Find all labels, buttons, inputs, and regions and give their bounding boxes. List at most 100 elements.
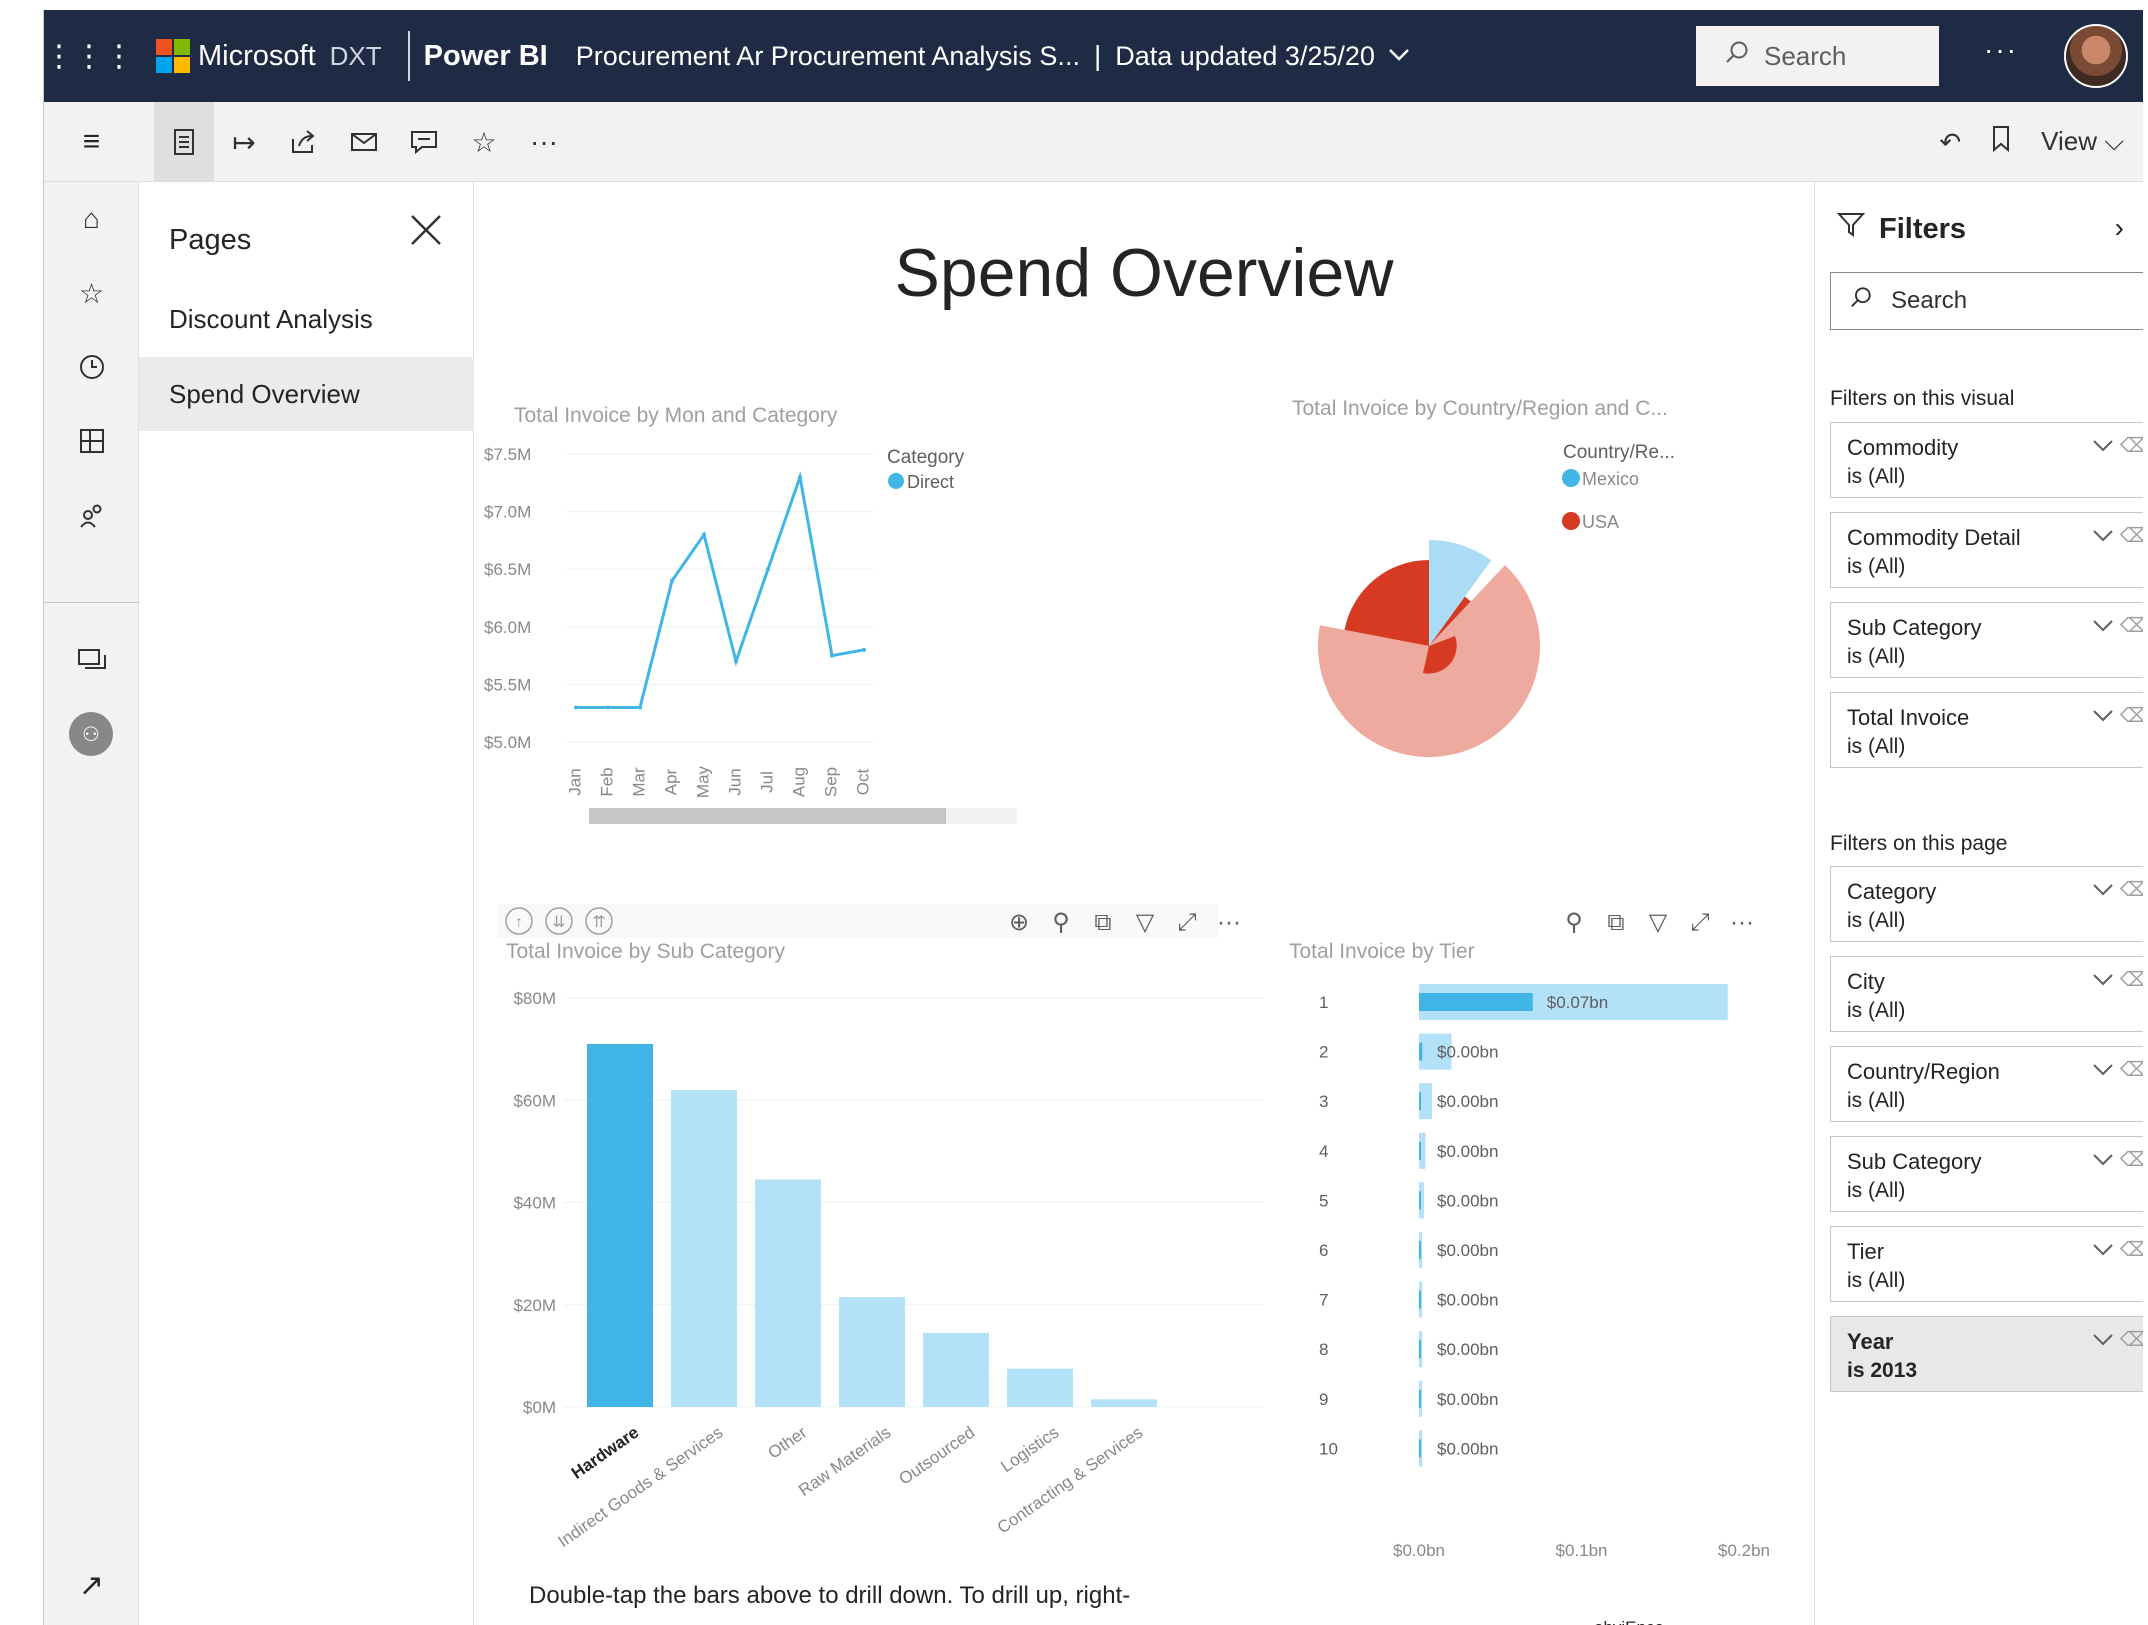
page-item-spend-overview[interactable]: Spend Overview [139, 357, 474, 431]
shared-with-me-icon[interactable] [44, 478, 139, 552]
toolbar-actions: ↦ ☆ ··· [154, 102, 574, 182]
watermark-text: obviEnce [1594, 1618, 1664, 1625]
favorites-icon[interactable]: ☆ [44, 256, 139, 330]
bar-xtick-label: Raw Materials [795, 1423, 894, 1500]
collapse-filters-icon[interactable]: › [2115, 212, 2124, 244]
undo-icon[interactable]: ↶ [1939, 127, 1961, 158]
filter-card-total-invoice[interactable]: Total Invoice is (All) ⌫ [1830, 692, 2143, 768]
chevron-down-icon[interactable] [2092, 1237, 2114, 1263]
home-icon[interactable]: ⌂ [44, 182, 139, 256]
tier-ytick-label: 1 [1319, 993, 1328, 1012]
data-updated-label[interactable]: Data updated 3/25/20 [1115, 41, 1375, 72]
line-xtick-label: May [693, 765, 712, 798]
bar-xtick-label: Other [765, 1423, 811, 1463]
chevron-down-icon[interactable] [2092, 1057, 2114, 1083]
tier-bar [1419, 1191, 1421, 1210]
chevron-down-icon[interactable] [2092, 967, 2114, 993]
filter-card-year[interactable]: Year is 2013 ⌫ [1830, 1316, 2143, 1392]
filter-name: Sub Category [1847, 1149, 1982, 1174]
filter-name: City [1847, 969, 1885, 994]
chevron-down-icon[interactable] [2092, 703, 2114, 729]
toolbar-more-icon[interactable]: ··· [514, 102, 574, 182]
chevron-down-icon[interactable] [2092, 613, 2114, 639]
chevron-down-icon[interactable] [2092, 433, 2114, 459]
filter-card-sub-category[interactable]: Sub Category is (All) ⌫ [1830, 1136, 2143, 1212]
bookmark-icon[interactable] [1991, 125, 2011, 160]
drill-icon-glyph: ⇈ [592, 914, 605, 931]
pages-pane-icon[interactable] [154, 102, 214, 182]
clear-filter-eraser-icon[interactable]: ⌫ [2120, 703, 2143, 728]
clear-filter-eraser-icon[interactable]: ⌫ [2120, 967, 2143, 992]
apps-icon[interactable] [44, 404, 139, 478]
filter-name: Commodity Detail [1847, 525, 2021, 550]
recent-clock-icon[interactable] [44, 330, 139, 404]
bar-xtick-label: Indirect Goods & Services [554, 1423, 726, 1551]
tier-data-label: $0.00bn [1437, 1439, 1498, 1458]
workspaces-icon[interactable] [44, 623, 139, 697]
avatar[interactable] [2064, 24, 2128, 88]
filter-value: is (All) [1847, 999, 1906, 1022]
share-icon[interactable] [274, 102, 334, 182]
powerbi-home-link[interactable]: Power BI [424, 40, 548, 73]
filter-card-tier[interactable]: Tier is (All) ⌫ [1830, 1226, 2143, 1302]
tier-ytick-label: 6 [1319, 1241, 1328, 1260]
tier-data-label: $0.00bn [1437, 1291, 1498, 1310]
clear-filter-eraser-icon[interactable]: ⌫ [2120, 613, 2143, 638]
view-menu-button[interactable]: View ⌵ [2041, 126, 2124, 158]
workspace-avatar-icon[interactable]: ⚇ [69, 712, 113, 756]
favorite-star-icon[interactable]: ☆ [454, 102, 514, 182]
focus-mode-icon: ⤢ [1177, 909, 1196, 936]
export-arrow-icon[interactable]: ↦ [214, 102, 274, 182]
more-options-icon[interactable]: ··· [1984, 34, 2018, 66]
close-icon[interactable] [409, 212, 443, 257]
tier-xtick-label: $0.2bn [1718, 1541, 1770, 1560]
clear-filter-eraser-icon[interactable]: ⌫ [2120, 1147, 2143, 1172]
line-xtick-label: Aug [789, 767, 808, 797]
filter-name: Commodity [1847, 435, 1959, 460]
clear-filter-eraser-icon[interactable]: ⌫ [2120, 1057, 2143, 1082]
filter-card-commodity[interactable]: Commodity is (All) ⌫ [1830, 422, 2143, 498]
chevron-down-icon[interactable] [1387, 42, 1411, 70]
pin-icon: ⚲ [1052, 909, 1070, 936]
filter-search-input[interactable]: Search [1830, 272, 2143, 330]
tier-data-label: $0.00bn [1437, 1340, 1498, 1359]
line-point [638, 705, 642, 710]
chevron-down-icon[interactable] [2092, 877, 2114, 903]
line-point [734, 659, 738, 664]
filter-card-category[interactable]: Category is (All) ⌫ [1830, 866, 2143, 942]
clear-filter-eraser-icon[interactable]: ⌫ [2120, 1327, 2143, 1352]
bar-indirect-goods-services [671, 1090, 737, 1407]
filter-card-commodity-detail[interactable]: Commodity Detail is (All) ⌫ [1830, 512, 2143, 588]
filter-card-city[interactable]: City is (All) ⌫ [1830, 956, 2143, 1032]
chevron-down-icon[interactable] [2092, 523, 2114, 549]
microsoft-logo[interactable]: Microsoft DXT [156, 39, 382, 73]
line-ytick-label: $5.5M [484, 675, 531, 694]
email-icon[interactable] [334, 102, 394, 182]
hamburger-menu-icon[interactable]: ≡ [44, 102, 139, 182]
comment-icon[interactable] [394, 102, 454, 182]
line-point [862, 647, 866, 652]
clear-filter-eraser-icon[interactable]: ⌫ [2120, 523, 2143, 548]
filter-card-sub-category[interactable]: Sub Category is (All) ⌫ [1830, 602, 2143, 678]
tier-ytick-label: 3 [1319, 1092, 1328, 1111]
chevron-down-icon[interactable] [2092, 1327, 2114, 1353]
filter-card-country-region[interactable]: Country/Region is (All) ⌫ [1830, 1046, 2143, 1122]
bar-other [755, 1179, 821, 1407]
app-launcher-icon[interactable]: ⋮⋮⋮ [44, 10, 134, 102]
clear-filter-eraser-icon[interactable]: ⌫ [2120, 433, 2143, 458]
global-search-input[interactable]: Search [1696, 26, 1939, 86]
clear-filter-eraser-icon[interactable]: ⌫ [2120, 877, 2143, 902]
tier-data-label: $0.00bn [1437, 1092, 1498, 1111]
expand-arrow-icon[interactable]: ↗ [44, 1555, 139, 1615]
line-scrollbar-thumb [589, 808, 946, 824]
line-xtick-label: Feb [597, 767, 616, 796]
tier-bar [1419, 1042, 1423, 1061]
report-toolbar: ≡ ↦ ☆ ··· ↶ View ⌵ [44, 102, 2143, 182]
tier-bar [1419, 1092, 1421, 1111]
bar-outsourced [923, 1332, 989, 1407]
chevron-down-icon[interactable] [2092, 1147, 2114, 1173]
filter-icon: ▽ [1136, 909, 1155, 936]
clear-filter-eraser-icon[interactable]: ⌫ [2120, 1237, 2143, 1262]
page-item-discount-analysis[interactable]: Discount Analysis [139, 282, 474, 356]
bar-hardware [587, 1044, 653, 1407]
